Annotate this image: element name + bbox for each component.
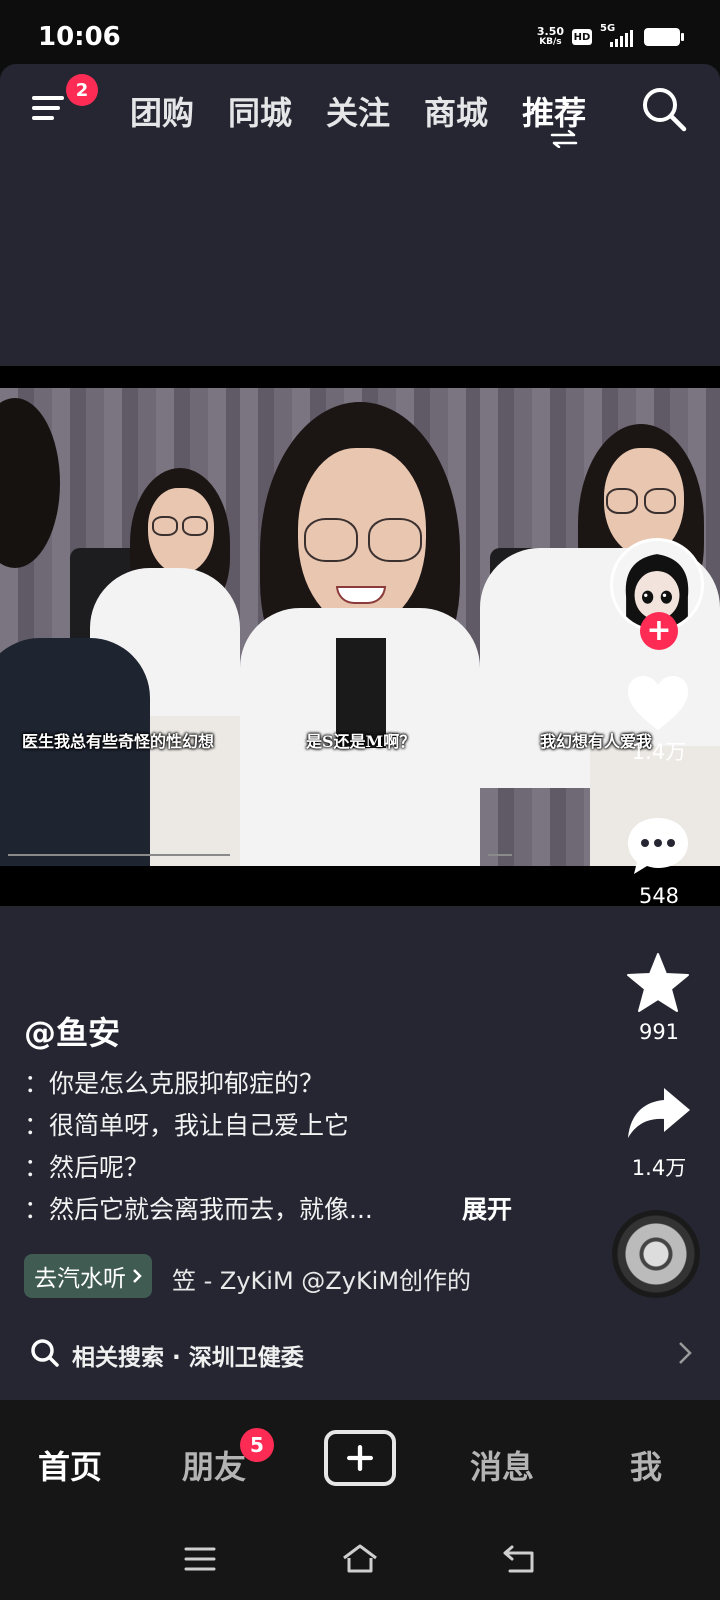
nav-messages[interactable]: 消息 [470, 1442, 534, 1488]
music-open-button[interactable]: 去汽水听 [24, 1254, 152, 1298]
related-search-text: 相关搜索 · 深圳卫健委 [72, 1338, 304, 1372]
music-title-marquee[interactable]: 笠 - ZyKiM @ZyKiM创作的 [172, 1261, 514, 1296]
nav-me[interactable]: 我 [630, 1442, 662, 1488]
network-speed: 3.50 KB/s [537, 26, 564, 48]
friends-notification-badge: 5 [240, 1428, 274, 1462]
video-subtitle-1: 医生我总有些奇怪的性幻想 [22, 732, 215, 751]
video-frame-3: 我幻想有人爱我 [480, 388, 720, 866]
caption-line-2: ：很简单呀，我让自己爱上它 [24, 1111, 350, 1140]
share-count: 1.4万 [631, 1156, 687, 1180]
caption-line-3: ：然后呢？ [24, 1153, 150, 1182]
status-time: 10:06 [38, 22, 121, 52]
video-content: 医生我总有些奇怪的性幻想 是S还是M啊？ 我幻想有人爱我 [0, 388, 720, 866]
related-search-bar[interactable]: 相关搜索 · 深圳卫健委 [0, 1318, 720, 1388]
caption-line-1: ：你是怎么克服抑郁症的？ [24, 1069, 325, 1098]
comment-count: 548 [638, 884, 680, 908]
expand-caption-button[interactable]: 展开 [462, 1190, 512, 1226]
create-post-button[interactable] [324, 1430, 396, 1486]
system-navigation-bar [0, 1524, 720, 1600]
nav-home[interactable]: 首页 [38, 1442, 102, 1488]
music-open-label: 去汽水听 [34, 1266, 126, 1292]
top-tabs: 团购 同城 关注 商城 推荐 [130, 88, 586, 134]
battery-icon [644, 28, 684, 46]
back-icon[interactable] [502, 1544, 536, 1574]
tab-recommend[interactable]: 推荐 [522, 88, 586, 134]
signal-icon [610, 29, 633, 47]
video-frame-2: 是S还是M啊？ [240, 388, 480, 866]
caption-line-4: ：然后它就会离我而去，就像... [24, 1195, 373, 1224]
nav-friends[interactable]: 朋友 [182, 1442, 246, 1488]
follow-button[interactable]: + [640, 612, 678, 650]
search-icon[interactable] [641, 86, 687, 132]
recent-apps-icon[interactable] [184, 1546, 216, 1572]
video-frame-1: 医生我总有些奇怪的性幻想 [0, 388, 240, 866]
author-name[interactable]: @鱼安 [24, 1008, 120, 1054]
favorite-star-icon[interactable] [626, 952, 690, 1014]
menu-notification-badge: 2 [66, 74, 98, 106]
tab-nearby[interactable]: 同城 [228, 88, 292, 134]
network-speed-unit: KB/s [539, 37, 562, 47]
music-disc-icon[interactable] [612, 1210, 700, 1298]
network-type: 5G [600, 23, 636, 47]
video-player[interactable]: 医生我总有些奇怪的性幻想 是S还是M啊？ 我幻想有人爱我 [0, 366, 720, 906]
home-icon[interactable] [341, 1544, 379, 1574]
search-icon [31, 1339, 59, 1367]
share-arrow-icon[interactable] [626, 1086, 692, 1142]
switch-arrows-icon[interactable] [550, 130, 578, 148]
comment-icon[interactable] [626, 816, 690, 876]
tab-group-buy[interactable]: 团购 [130, 88, 194, 134]
tab-mall[interactable]: 商城 [424, 88, 488, 134]
like-heart-icon[interactable] [626, 674, 690, 732]
feed-panel: 2 团购 同城 关注 商城 推荐 医生我总有些奇怪的性幻想 是S还是M啊？ 我幻… [0, 64, 720, 1400]
favorite-count: 991 [638, 1020, 680, 1044]
like-count: 1.4万 [631, 740, 687, 764]
video-subtitle-2: 是S还是M啊？ [306, 732, 416, 751]
chevron-right-icon [679, 1342, 692, 1364]
status-bar: 10:06 3.50 KB/s HD 5G [0, 0, 720, 72]
status-indicators: 3.50 KB/s HD 5G [537, 23, 684, 48]
chevron-right-icon [133, 1269, 142, 1283]
plus-icon [347, 1445, 373, 1471]
tab-following[interactable]: 关注 [326, 88, 390, 134]
network-speed-value: 3.50 [536, 25, 564, 38]
hd-icon: HD [572, 29, 592, 45]
bottom-navigation: 首页 朋友 5 消息 我 [0, 1400, 720, 1524]
related-search-prefix: 相关搜索 [72, 1345, 164, 1371]
related-search-separator: · [172, 1345, 181, 1371]
related-search-query: 深圳卫健委 [188, 1345, 304, 1371]
